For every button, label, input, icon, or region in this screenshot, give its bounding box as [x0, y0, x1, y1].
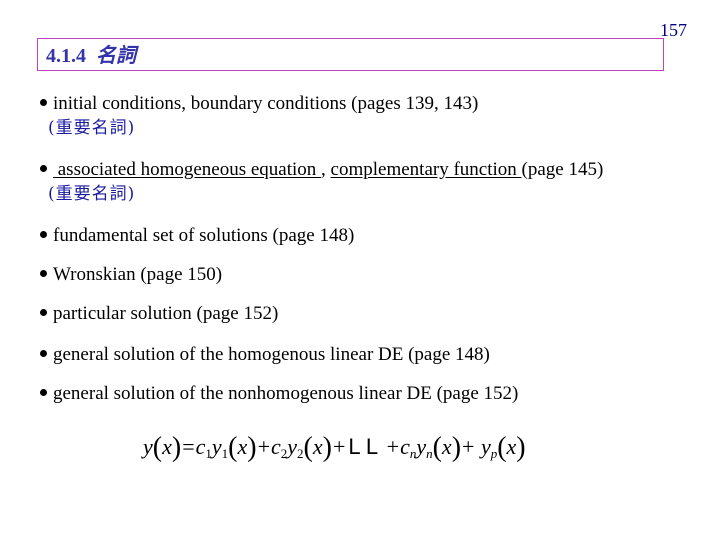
formula-y: y — [143, 434, 153, 459]
bullet-icon — [40, 270, 47, 278]
term-associated-homogeneous-equation: associated homogeneous equation — [53, 159, 322, 180]
bullet-icon — [40, 350, 47, 358]
formula-y: y — [211, 434, 222, 459]
formula-paren: ) — [322, 432, 332, 463]
general-solution-formula: y(x)=c1y1(x)+c2y2(x)+ L L +cnyn(x)+ yp(x) — [143, 432, 526, 469]
formula-y: y — [416, 434, 427, 459]
list-item: Wronskian (page 150) — [40, 264, 222, 286]
formula-plus: + — [257, 434, 270, 459]
formula-equals: = — [182, 434, 195, 459]
item-text: particular solution (page 152) — [53, 303, 279, 324]
bullet-icon — [40, 165, 47, 173]
formula-paren: ( — [152, 432, 163, 463]
item-text: fundamental set of solutions (page 148) — [53, 225, 355, 246]
item-note: (重要名詞) — [48, 184, 136, 204]
formula-y: y — [480, 434, 491, 459]
formula-x: x — [237, 434, 248, 459]
formula-paren: ( — [432, 432, 442, 463]
section-header-box: 4.1.4 名詞 — [37, 38, 664, 71]
bullet-icon — [40, 309, 47, 317]
formula-y: y — [287, 434, 298, 459]
list-item: particular solution (page 152) — [40, 303, 278, 325]
page-number: 157 — [660, 20, 687, 40]
formula-c: c — [195, 434, 206, 459]
item-text: initial conditions, boundary conditions … — [53, 93, 479, 114]
section-heading: 4.1.4 名詞 — [46, 43, 136, 68]
formula-paren: ( — [303, 432, 313, 463]
formula-x: x — [441, 434, 452, 459]
formula-plus: + — [386, 434, 400, 459]
section-title: 名詞 — [96, 43, 136, 67]
bullet-icon — [40, 99, 47, 107]
formula-paren: ) — [451, 432, 462, 463]
bullet-icon — [40, 231, 47, 239]
term-complementary-function: complementary function — [330, 159, 522, 180]
bullet-icon — [40, 389, 47, 397]
list-item: initial conditions, boundary conditions … — [40, 93, 478, 139]
formula-c: c — [400, 434, 410, 459]
formula-x: x — [162, 434, 172, 459]
formula-x: x — [312, 434, 323, 459]
item-text: general solution of the homogenous linea… — [53, 344, 490, 365]
item-page-ref: (page 145) — [521, 159, 604, 180]
item-note: (重要名詞) — [48, 118, 136, 138]
formula-paren: ) — [171, 432, 182, 463]
list-item: fundamental set of solutions (page 148) — [40, 225, 354, 247]
formula-c: c — [270, 434, 281, 459]
formula-plus: + — [332, 434, 346, 459]
formula-plus: + — [462, 434, 475, 459]
formula-x: x — [506, 434, 517, 459]
formula-ellipsis: L L — [348, 434, 379, 459]
section-number: 4.1.4 — [46, 45, 86, 67]
item-text: Wronskian (page 150) — [53, 264, 223, 285]
formula-paren: ( — [497, 432, 507, 463]
list-item: general solution of the nonhomogenous li… — [40, 383, 518, 405]
formula-paren: ) — [516, 432, 526, 463]
formula-paren: ) — [247, 432, 257, 463]
item-text: general solution of the nonhomogenous li… — [53, 383, 519, 404]
item-separator: , — [321, 159, 331, 180]
list-item: associated homogeneous equation , comple… — [40, 159, 603, 205]
list-item: general solution of the homogenous linea… — [40, 344, 490, 366]
